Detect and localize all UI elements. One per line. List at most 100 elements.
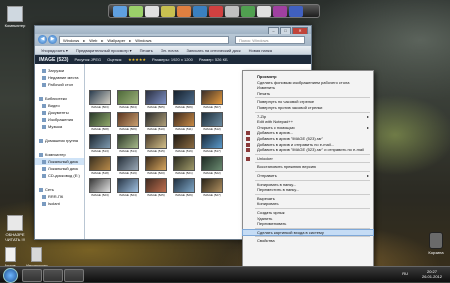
context-menu-item[interactable]: Удалить bbox=[243, 216, 373, 221]
nav-item[interactable]: Изображения bbox=[35, 116, 84, 123]
nav-item[interactable]: Библиотеки bbox=[35, 95, 84, 102]
thumbnail-item[interactable]: IMAGE (514) bbox=[117, 134, 139, 153]
thumbnail-item[interactable]: IMAGE (505) bbox=[145, 90, 167, 109]
context-menu-item[interactable]: Сделать картинкой входа в систему bbox=[242, 228, 374, 236]
address-bar[interactable]: Windows ▸ Web ▸ Wallpaper ▸ Windows bbox=[59, 36, 229, 44]
context-menu-item[interactable]: Восстановить прежнюю версию bbox=[243, 164, 373, 169]
print-button[interactable]: Печать bbox=[140, 48, 153, 53]
dock-app-icon[interactable] bbox=[273, 6, 287, 17]
context-menu-item[interactable]: Добавить в архив "IMAGE (523).rar" и отп… bbox=[243, 147, 373, 153]
nav-item[interactable]: Домашняя группа bbox=[35, 137, 84, 144]
dock-app-icon[interactable] bbox=[241, 6, 255, 17]
nav-item[interactable]: RRR-ПК bbox=[35, 193, 84, 200]
dock-app-icon[interactable] bbox=[257, 6, 271, 17]
breadcrumb-item[interactable]: Wallpaper bbox=[107, 38, 125, 43]
thumbnail-item[interactable]: IMAGE (516) bbox=[173, 134, 195, 153]
forward-button[interactable]: ▶ bbox=[48, 35, 57, 44]
context-menu-item[interactable]: Сделать фоновым изображением рабочего ст… bbox=[243, 80, 373, 85]
thumbnail-item[interactable]: IMAGE (509) bbox=[117, 112, 139, 131]
taskbar-app-player[interactable] bbox=[43, 269, 63, 282]
thumbnail-item[interactable]: IMAGE (526) bbox=[173, 178, 195, 197]
dock-app-icon[interactable] bbox=[289, 6, 303, 17]
nav-item[interactable]: Загрузки bbox=[35, 67, 84, 74]
context-menu-item[interactable]: Создать ярлык bbox=[243, 210, 373, 215]
dock-app-icon[interactable] bbox=[113, 6, 127, 17]
thumbnail-item[interactable]: IMAGE (523) bbox=[89, 178, 111, 197]
nav-item[interactable]: Сеть bbox=[35, 186, 84, 193]
thumbnail-item[interactable]: IMAGE (525) bbox=[145, 178, 167, 197]
new-folder-button[interactable]: Новая папка bbox=[249, 48, 272, 53]
context-menu-item[interactable]: Вырезать bbox=[243, 196, 373, 201]
thumbnail-item[interactable]: IMAGE (515) bbox=[145, 134, 167, 153]
preview-button[interactable]: Предварительный просмотр ▾ bbox=[76, 48, 132, 53]
dock-app-icon[interactable] bbox=[161, 6, 175, 17]
context-menu-item[interactable]: Печать bbox=[243, 91, 373, 96]
thumbnail-item[interactable]: IMAGE (524) bbox=[117, 178, 139, 197]
thumbnail-item[interactable]: IMAGE (512) bbox=[201, 112, 223, 131]
dock-app-icon[interactable] bbox=[193, 6, 207, 17]
desktop-icon-readme[interactable]: ОБНАЗРЕ ЧИТАТЬ !!! bbox=[2, 215, 28, 242]
nav-item[interactable]: Документы bbox=[35, 109, 84, 116]
nav-item[interactable]: Локальный диск bbox=[35, 165, 84, 172]
desktop-icon-computer[interactable]: Компьютер bbox=[2, 6, 28, 28]
thumbnail-item[interactable]: IMAGE (520) bbox=[145, 156, 167, 175]
dock-app-icon[interactable] bbox=[225, 6, 239, 17]
back-button[interactable]: ◀ bbox=[38, 35, 47, 44]
thumbnail-item[interactable]: IMAGE (517) bbox=[201, 134, 223, 153]
taskbar-app-explorer[interactable] bbox=[22, 269, 42, 282]
context-menu-item[interactable]: Открыть с помощью ▸ bbox=[243, 125, 373, 130]
nav-item[interactable]: Рабочий стол bbox=[35, 81, 84, 88]
context-menu-item[interactable]: Изменить bbox=[243, 85, 373, 90]
dock-app-icon[interactable] bbox=[129, 6, 143, 17]
context-menu-item[interactable]: Повернуть по часовой стрелке bbox=[243, 99, 373, 104]
desktop-icon-archive[interactable]: Архив bbox=[2, 247, 18, 268]
breadcrumb-item[interactable]: Web bbox=[89, 38, 97, 43]
context-menu-item[interactable]: Отправить ▸ bbox=[243, 173, 373, 178]
desktop-icon-trash[interactable]: Корзина bbox=[424, 232, 448, 255]
thumbnail-item[interactable]: IMAGE (511) bbox=[173, 112, 195, 131]
search-input[interactable]: Поиск: Windows bbox=[235, 36, 305, 44]
clock[interactable]: 20:27 26.01.2012 bbox=[422, 269, 442, 279]
thumbnail-item[interactable]: IMAGE (504) bbox=[117, 90, 139, 109]
breadcrumb-item[interactable]: Windows bbox=[135, 38, 151, 43]
thumbnail-item[interactable]: IMAGE (521) bbox=[173, 156, 195, 175]
context-menu-item[interactable]: Переместить в папку... bbox=[243, 187, 373, 192]
email-button[interactable]: Эл. почта bbox=[161, 48, 179, 53]
thumbnail-item[interactable]: IMAGE (508) bbox=[89, 112, 111, 131]
context-menu-item[interactable]: Добавить в архив "IMAGE (523).rar" bbox=[243, 136, 373, 141]
dock-app-icon[interactable] bbox=[209, 6, 223, 17]
thumbnail-item[interactable]: IMAGE (507) bbox=[201, 90, 223, 109]
thumbnail-item[interactable]: IMAGE (527) bbox=[201, 178, 223, 197]
context-menu-item[interactable]: Свойства bbox=[243, 238, 373, 243]
rating-stars[interactable]: ★★★★★ bbox=[128, 57, 146, 62]
context-menu-item[interactable]: 7-Zip ▸ bbox=[243, 114, 373, 119]
nav-item[interactable]: CD-дисковод (E:) bbox=[35, 172, 84, 179]
context-menu-item[interactable]: Просмотр bbox=[243, 74, 373, 79]
nav-item[interactable]: Isolant bbox=[35, 200, 84, 207]
context-menu-item[interactable]: Переименовать bbox=[243, 221, 373, 226]
context-menu-item[interactable]: Копировать в папку... bbox=[243, 182, 373, 187]
burn-button[interactable]: Записать на оптический диск bbox=[186, 48, 240, 53]
thumbnail-item[interactable]: IMAGE (510) bbox=[145, 112, 167, 131]
thumbnail-item[interactable]: IMAGE (519) bbox=[117, 156, 139, 175]
desktop-icon-instruction[interactable]: Инструкция bbox=[26, 247, 48, 268]
nav-item[interactable]: Музыка bbox=[35, 123, 84, 130]
nav-item[interactable]: Видео bbox=[35, 102, 84, 109]
language-indicator[interactable]: RU bbox=[402, 271, 408, 276]
taskbar-app-browser[interactable] bbox=[64, 269, 84, 282]
title-bar[interactable]: – □ ✕ bbox=[35, 26, 311, 35]
context-menu-item[interactable]: Unlocker bbox=[243, 156, 373, 161]
thumbnail-item[interactable]: IMAGE (518) bbox=[89, 156, 111, 175]
nav-item[interactable]: Недавние места bbox=[35, 74, 84, 81]
context-menu-item[interactable]: Повернуть против часовой стрелки bbox=[243, 105, 373, 110]
breadcrumb-item[interactable]: Windows bbox=[63, 38, 79, 43]
organize-button[interactable]: Упорядочить ▾ bbox=[41, 48, 68, 53]
context-menu-item[interactable]: Edit with Notepad++ bbox=[243, 119, 373, 124]
thumbnail-item[interactable]: IMAGE (506) bbox=[173, 90, 195, 109]
context-menu-item[interactable]: Копировать bbox=[243, 201, 373, 206]
context-menu-item[interactable]: Добавить в архив... bbox=[243, 130, 373, 136]
nav-item[interactable]: Компьютер bbox=[35, 151, 84, 158]
thumbnail-item[interactable]: IMAGE (513) bbox=[89, 134, 111, 153]
nav-item[interactable]: Локальный диск bbox=[35, 158, 84, 165]
context-menu-item[interactable]: Добавить в архив и отправить по e-mail..… bbox=[243, 142, 373, 147]
